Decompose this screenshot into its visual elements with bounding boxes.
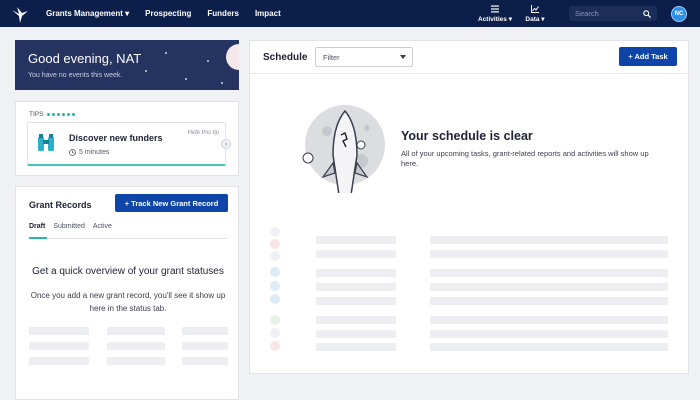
placeholder-bar [107,357,165,365]
grant-records-empty-body: Once you add a new grant record, you'll … [30,291,226,313]
caret-down-icon [400,55,406,59]
placeholder-bar [107,327,165,335]
data-menu[interactable]: Data ▾ [515,4,555,23]
grant-records-empty-heading: Get a quick overview of your grant statu… [32,266,224,277]
list-icon [491,5,499,12]
tip-time-text: 5 minutes [79,149,110,156]
star-decoration [185,78,187,80]
tab-active[interactable]: Active [93,223,112,230]
nav-prospecting[interactable]: Prospecting [145,9,191,18]
grant-records-card: Grant Records + Track New Grant Record D… [15,186,239,400]
star-decoration [165,52,167,54]
grant-records-title: Grant Records [29,200,92,210]
placeholder-bar [430,316,668,324]
placeholder-bar [182,327,228,335]
placeholder-bar [430,297,668,305]
placeholder-bar [430,236,668,244]
search-input[interactable]: Search [569,6,657,21]
grant-records-tabs: Draft Submitted Active [29,223,112,230]
schedule-title: Schedule [263,52,308,63]
placeholder-bar [316,343,396,351]
schedule-divider [250,73,688,74]
placeholder-bar [182,357,228,365]
star-decoration [145,70,147,72]
data-label: Data ▾ [525,15,545,23]
placeholder-bar [182,342,228,350]
placeholder-bar [29,357,89,365]
placeholder-avatar [270,267,280,277]
chart-icon [531,4,539,13]
placeholder-bar [29,342,89,350]
placeholder-bar [430,330,668,338]
placeholder-avatar [270,251,280,261]
binoculars-icon [38,134,54,151]
schedule-empty-heading: Your schedule is clear [401,129,533,143]
hide-tip-link[interactable]: Hide this tip [188,130,219,136]
tab-submitted[interactable]: Submitted [53,223,85,230]
avatar[interactable]: NC [671,5,687,22]
placeholder-avatar [270,239,280,249]
schedule-filter-select[interactable]: Filter [315,47,413,67]
activities-label: Activities ▾ [478,15,512,23]
placeholder-bar [316,283,396,291]
placeholder-avatar [270,227,280,237]
placeholder-bar [316,330,396,338]
nav-right: Activities ▾ Data ▾ Search NC [475,0,700,27]
greeting-title: Good evening, NAT [28,51,142,66]
logo-bird-icon[interactable] [9,3,31,25]
next-tip-chevron-icon[interactable]: › [221,139,231,149]
placeholder-bar [316,269,396,277]
filter-value: Filter [323,52,340,62]
star-decoration [221,82,223,84]
track-new-grant-record-button[interactable]: + Track New Grant Record [115,194,228,212]
tips-pagination-dots[interactable] [47,113,76,116]
main-nav: Grants Management ▾ Prospecting Funders … [46,9,281,18]
greeting-subtitle: You have no events this week. [28,72,123,79]
moon-illustration [226,44,239,70]
placeholder-avatar [270,281,280,291]
placeholder-avatar [270,294,280,304]
placeholder-avatar [270,315,280,325]
schedule-card: Schedule Filter + Add Task Your schedule… [249,40,689,374]
activities-menu[interactable]: Activities ▾ [475,5,515,23]
greeting-card: Good evening, NAT You have no events thi… [15,40,239,90]
placeholder-bar [29,327,89,335]
star-decoration [207,60,209,62]
placeholder-bar [316,250,396,258]
tab-underline [29,237,227,239]
placeholder-avatar [270,341,280,351]
placeholder-bar [430,343,668,351]
tips-header: TIPS [29,111,76,118]
nav-funders[interactable]: Funders [207,9,239,18]
search-placeholder: Search [575,9,599,18]
placeholder-bar [316,236,396,244]
rocket-moon-illustration [302,105,385,193]
top-nav: Grants Management ▾ Prospecting Funders … [0,0,700,27]
nav-impact[interactable]: Impact [255,9,281,18]
add-task-button[interactable]: + Add Task [619,47,677,66]
tips-label: TIPS [29,111,44,118]
tab-draft[interactable]: Draft [29,223,45,230]
clock-icon [69,149,76,156]
schedule-empty-body: All of your upcoming tasks, grant-relate… [401,149,649,168]
placeholder-bar [430,250,668,258]
placeholder-bar [316,297,396,305]
placeholder-avatar [270,328,280,338]
nav-grants-management[interactable]: Grants Management ▾ [46,9,129,18]
placeholder-bar [430,283,668,291]
tip-card[interactable]: Discover new funders 5 minutes Hide this… [27,122,226,166]
tip-duration: 5 minutes [69,149,109,156]
placeholder-bar [316,316,396,324]
tip-title: Discover new funders [69,133,163,143]
placeholder-bar [107,342,165,350]
search-icon[interactable] [643,9,651,18]
placeholder-bar [430,269,668,277]
